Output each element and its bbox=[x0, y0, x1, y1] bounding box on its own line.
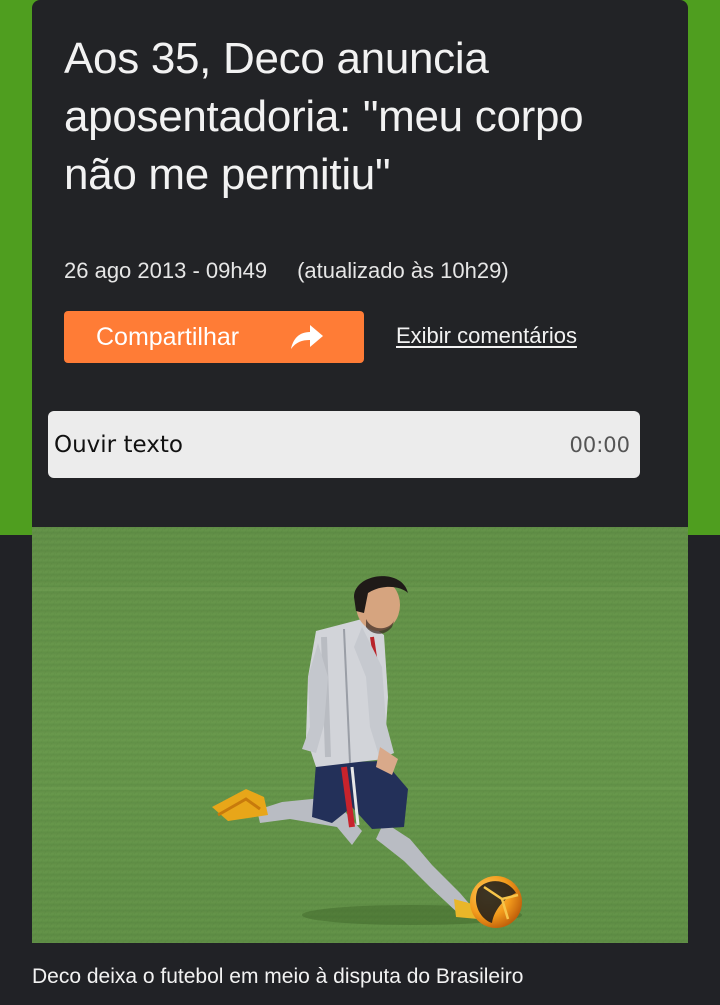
article-headline: Aos 35, Deco anuncia aposentadoria: "meu… bbox=[64, 34, 584, 199]
updated-time: (atualizado às 10h29) bbox=[297, 258, 509, 283]
article-meta: 26 ago 2013 - 09h49 (atualizado às 10h29) bbox=[64, 256, 509, 286]
listen-text-label: Ouvir texto bbox=[54, 432, 183, 458]
photo-caption: Deco deixa o futebol em meio à disputa d… bbox=[32, 965, 524, 988]
audio-timer: 00:00 bbox=[569, 433, 630, 457]
publish-date: 26 ago 2013 - 09h49 bbox=[64, 258, 268, 283]
article-header-card: Aos 35, Deco anuncia aposentadoria: "meu… bbox=[32, 0, 688, 527]
article-photo bbox=[32, 527, 688, 943]
share-button[interactable]: Compartilhar bbox=[64, 311, 364, 363]
share-arrow-icon bbox=[291, 325, 323, 349]
share-button-label: Compartilhar bbox=[96, 322, 240, 351]
audio-player[interactable]: Ouvir texto 00:00 bbox=[48, 411, 640, 478]
soccer-player-photo bbox=[32, 527, 688, 943]
show-comments-link[interactable]: Exibir comentários bbox=[396, 321, 577, 351]
